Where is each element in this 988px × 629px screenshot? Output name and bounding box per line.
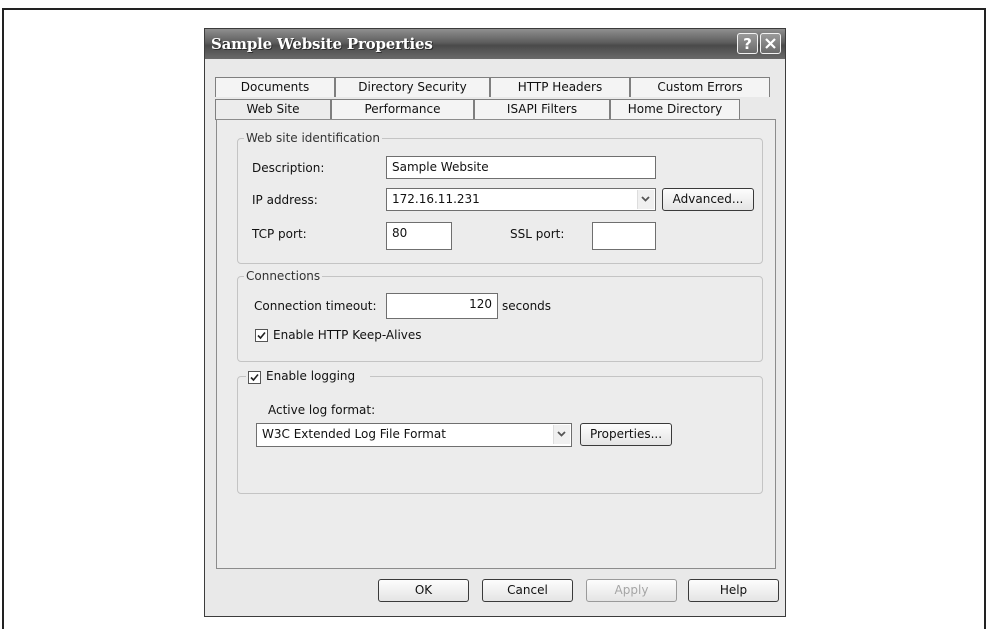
help-question-button[interactable]: ?	[737, 33, 758, 54]
group-label-connections: Connections	[244, 269, 323, 283]
ok-button[interactable]: OK	[378, 579, 469, 602]
cancel-button[interactable]: Cancel	[482, 579, 573, 602]
chevron-down-icon	[641, 196, 650, 202]
ssl-port-input[interactable]	[592, 222, 656, 250]
checkmark-icon	[250, 373, 259, 382]
dropdown-arrow-ip[interactable]	[637, 190, 654, 209]
tab-http-headers[interactable]: HTTP Headers	[490, 77, 630, 97]
checkmark-icon	[257, 331, 266, 340]
tab-custom-errors[interactable]: Custom Errors	[630, 77, 770, 97]
description-label: Description:	[252, 161, 325, 175]
tab-directory-security[interactable]: Directory Security	[335, 77, 490, 97]
ssl-port-label: SSL port:	[510, 227, 565, 241]
log-format-select[interactable]: W3C Extended Log File Format	[256, 423, 572, 447]
tab-row-back: Documents Directory Security HTTP Header…	[215, 77, 770, 97]
question-icon: ?	[743, 36, 752, 51]
tcp-port-input[interactable]: 80	[386, 222, 452, 250]
logging-header: Enable logging	[246, 368, 370, 386]
properties-dialog: Sample Website Properties ? Documents Di…	[204, 28, 786, 617]
enable-logging-label[interactable]: Enable logging	[266, 369, 355, 383]
connection-timeout-input[interactable]: 120	[386, 293, 498, 319]
tcp-port-label: TCP port:	[252, 227, 307, 241]
group-label-identification: Web site identification	[244, 131, 382, 145]
tab-row-front: Web Site Performance ISAPI Filters Home …	[215, 99, 740, 120]
timeout-unit-label: seconds	[502, 299, 552, 313]
tab-web-site[interactable]: Web Site	[215, 99, 331, 120]
group-logging: Enable logging Active log format: W3C Ex…	[237, 368, 763, 494]
advanced-button[interactable]: Advanced...	[662, 188, 754, 211]
svg-text:?: ?	[743, 36, 752, 51]
close-button[interactable]	[760, 33, 781, 54]
chevron-down-icon	[557, 431, 566, 437]
help-button[interactable]: Help	[688, 579, 779, 602]
tab-panel-web-site: Web site identification Description: Sam…	[216, 119, 776, 569]
ip-address-label: IP address:	[252, 193, 318, 207]
title-bar[interactable]: Sample Website Properties ?	[205, 29, 785, 59]
apply-button[interactable]: Apply	[586, 579, 677, 602]
enable-logging-checkbox[interactable]	[248, 371, 261, 384]
log-format-value: W3C Extended Log File Format	[262, 427, 446, 441]
log-properties-button[interactable]: Properties...	[580, 423, 672, 446]
keepalive-checkbox[interactable]	[255, 329, 268, 342]
ip-address-select[interactable]: 172.16.11.231	[386, 188, 656, 211]
description-input[interactable]: Sample Website	[386, 156, 656, 179]
ip-address-value: 172.16.11.231	[392, 192, 480, 206]
tab-isapi-filters[interactable]: ISAPI Filters	[474, 99, 610, 119]
close-icon	[765, 38, 776, 49]
tab-documents[interactable]: Documents	[215, 77, 335, 97]
dropdown-arrow-log-format[interactable]	[553, 425, 570, 444]
dialog-title: Sample Website Properties	[211, 35, 433, 53]
keepalive-label[interactable]: Enable HTTP Keep-Alives	[273, 328, 422, 342]
tab-home-directory[interactable]: Home Directory	[610, 99, 740, 119]
connection-timeout-label: Connection timeout:	[254, 299, 377, 313]
group-connections: Connections Connection timeout: 120 seco…	[237, 269, 763, 362]
group-identification: Web site identification Description: Sam…	[237, 131, 763, 264]
active-log-format-label: Active log format:	[268, 403, 376, 417]
tab-performance[interactable]: Performance	[331, 99, 474, 119]
